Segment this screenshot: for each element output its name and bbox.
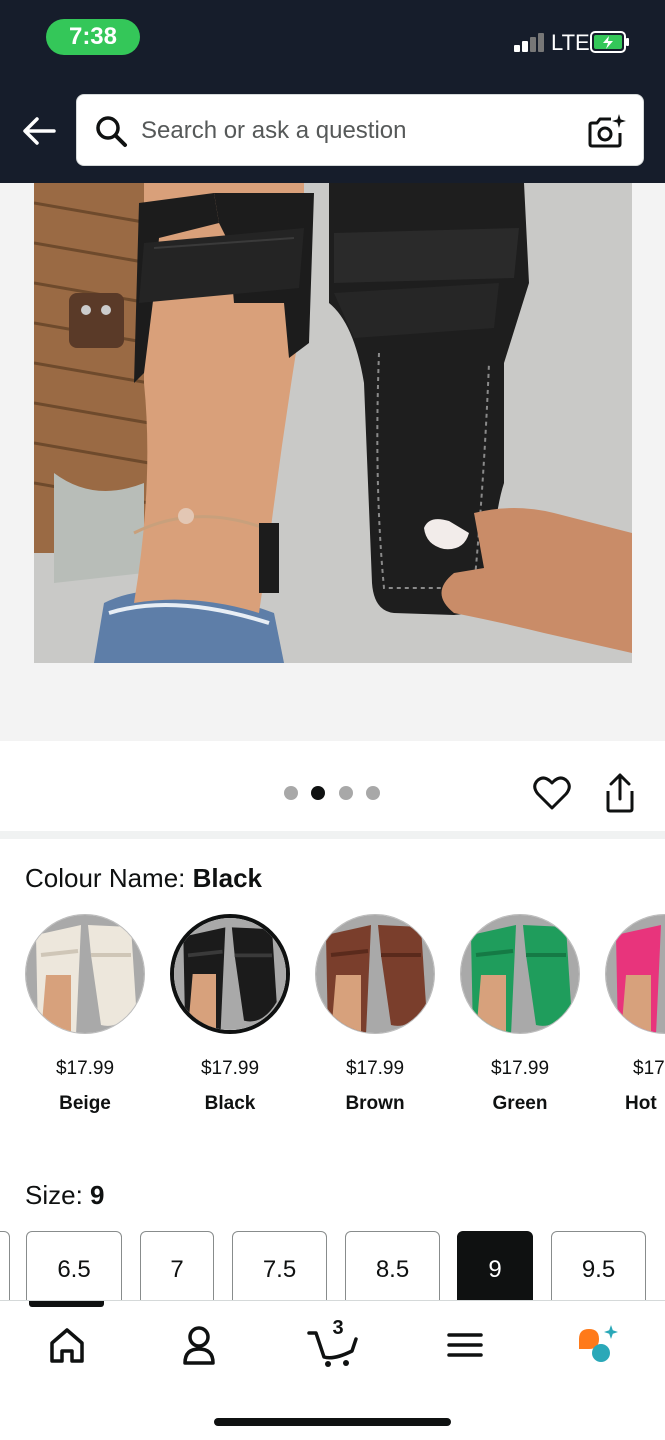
size-label: Size: 9 xyxy=(25,1179,105,1211)
back-arrow-icon[interactable] xyxy=(18,110,60,152)
share-icon[interactable] xyxy=(602,771,638,815)
gallery-dot[interactable] xyxy=(284,786,298,800)
swatch-image[interactable] xyxy=(315,914,435,1034)
cell-signal-icon xyxy=(514,32,546,52)
swatch-name: Brown xyxy=(345,1093,405,1114)
swatch-price: $17.99 xyxy=(490,1058,550,1079)
network-type: LTE xyxy=(551,30,590,55)
home-icon[interactable] xyxy=(42,1321,92,1369)
size-option[interactable]: 6.5 xyxy=(26,1231,122,1307)
search-bar[interactable]: Search or ask a question xyxy=(76,94,644,166)
swatch-image[interactable] xyxy=(170,914,290,1034)
gallery-controls xyxy=(0,741,665,831)
product-image-area[interactable] xyxy=(0,183,665,741)
active-tab-indicator xyxy=(29,1301,104,1307)
size-option[interactable]: 7 xyxy=(140,1231,214,1307)
swatch-name: Green xyxy=(492,1093,548,1114)
size-option[interactable]: 8.5 xyxy=(345,1231,440,1307)
colour-label: Colour Name: Black xyxy=(25,862,262,894)
product-photo[interactable] xyxy=(34,183,632,663)
swatch-name: Black xyxy=(204,1093,256,1114)
search-input[interactable]: Search or ask a question xyxy=(141,117,407,145)
colour-selected-value: Black xyxy=(192,863,263,893)
account-icon[interactable] xyxy=(174,1321,224,1369)
size-selected-value: 9 xyxy=(90,1180,105,1210)
swatch-image[interactable] xyxy=(25,914,145,1034)
swatch-name: Hot xyxy=(625,1093,657,1114)
bottom-navigation: 3 xyxy=(0,1300,665,1440)
top-header: 7:38 LTE Search or ask a question xyxy=(0,0,665,183)
gallery-dot[interactable] xyxy=(339,786,353,800)
search-icon xyxy=(96,116,127,147)
colour-swatch-beige[interactable]: $17.99 Beige xyxy=(25,914,145,1114)
gallery-dot-active[interactable] xyxy=(311,786,325,800)
section-divider xyxy=(0,831,665,839)
menu-icon[interactable] xyxy=(440,1321,490,1369)
size-option[interactable]: 9.5 xyxy=(551,1231,646,1307)
colour-swatch-hot-pink[interactable]: $17 Hot xyxy=(605,914,665,1114)
swatch-image[interactable] xyxy=(460,914,580,1034)
battery-charging-icon xyxy=(590,31,629,53)
home-indicator-bar xyxy=(214,1418,451,1426)
status-time: 7:38 xyxy=(46,19,140,55)
size-option[interactable]: 7.5 xyxy=(232,1231,327,1307)
product-page-screen: 7:38 LTE Search or ask a question Colour… xyxy=(0,0,665,1440)
size-option-selected[interactable]: 9 xyxy=(457,1231,533,1307)
swatch-price: $17.99 xyxy=(200,1058,260,1079)
heart-icon[interactable] xyxy=(532,773,572,813)
size-label-text: Size: xyxy=(25,1180,83,1210)
colour-label-text: Colour Name: xyxy=(25,863,186,893)
rufus-assistant-icon[interactable] xyxy=(573,1321,623,1369)
swatch-name: Beige xyxy=(59,1093,111,1114)
camera-search-icon[interactable] xyxy=(587,111,627,151)
colour-swatch-brown[interactable]: $17.99 Brown xyxy=(315,914,435,1114)
gallery-dot[interactable] xyxy=(366,786,380,800)
swatch-price: $17.99 xyxy=(55,1058,115,1079)
swatch-price: $17.99 xyxy=(345,1058,405,1079)
swatch-image[interactable] xyxy=(605,914,665,1034)
colour-swatch-green[interactable]: $17.99 Green xyxy=(460,914,580,1114)
cart-count: 3 xyxy=(332,1317,344,1339)
colour-swatch-black[interactable]: $17.99 Black xyxy=(170,914,290,1114)
cart-button[interactable]: 3 xyxy=(306,1317,360,1369)
size-option-partial[interactable] xyxy=(0,1231,10,1307)
swatch-price: $17 xyxy=(633,1058,665,1079)
